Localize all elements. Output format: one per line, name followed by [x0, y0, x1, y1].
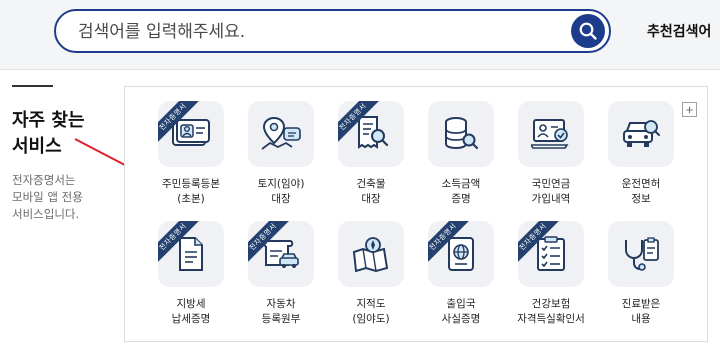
service-tile	[608, 101, 674, 167]
service-tile	[518, 101, 584, 167]
section-title-line: 서비스	[12, 136, 62, 157]
service-tile	[338, 221, 404, 287]
service-tile: 전자증명서	[518, 221, 584, 287]
service-tile: 전자증명서	[158, 221, 224, 287]
service-immigration-record[interactable]: 전자증명서 출입국 사실증명	[416, 221, 506, 327]
service-tile: 전자증명서	[158, 101, 224, 167]
map-compass-icon	[352, 237, 389, 272]
service-label: 토지(임야) 대장	[236, 177, 326, 207]
section-divider	[12, 85, 53, 87]
service-health-insurance[interactable]: 전자증명서 건강보험 자격득실확인서	[506, 221, 596, 327]
service-local-tax[interactable]: 전자증명서 지방세 납세증명	[146, 221, 236, 327]
map-pin-chat-icon	[261, 116, 301, 150]
document-icon	[179, 237, 203, 271]
service-income-certificate[interactable]: 소득금액 증명	[416, 101, 506, 207]
service-tile	[608, 221, 674, 287]
service-building-register[interactable]: 전자증명서 건축물 대장	[326, 101, 416, 207]
service-driver-license[interactable]: 운전면허 정보	[596, 101, 686, 207]
service-resident-registration[interactable]: 전자증명서 주민등록등본 (초본)	[146, 101, 236, 207]
service-label: 주민등록등본 (초본)	[146, 177, 236, 207]
service-label-line: (초본)	[177, 193, 205, 205]
service-label-line: 진료받은	[621, 298, 661, 310]
service-tile	[248, 101, 314, 167]
car-search-icon	[623, 120, 660, 147]
frequent-services-panel: + 전자증명서 주민등록등본 (초본) 토지(임야) 대장 전자증명서 건축물 …	[124, 86, 708, 342]
service-label-line: 건축물	[356, 178, 386, 190]
service-tile: 전자증명서	[428, 221, 494, 287]
service-label: 국민연금 가입내역	[506, 177, 596, 207]
section-title: 자주 찾는 서비스	[12, 108, 112, 160]
service-label-line: 등록원부	[261, 313, 301, 325]
description-line: 모바일 앱 전용	[12, 190, 83, 204]
service-label: 자동차 등록원부	[236, 297, 326, 327]
service-national-pension[interactable]: 국민연금 가입내역	[506, 101, 596, 207]
service-label: 지방세 납세증명	[146, 297, 236, 327]
service-label-line: 토지(임야)	[257, 178, 305, 190]
service-medical-record[interactable]: 진료받은 내용	[596, 221, 686, 327]
stethoscope-clipboard-icon	[625, 237, 659, 271]
service-label-line: 가입내역	[531, 193, 571, 205]
description-line: 전자증명서는	[12, 173, 76, 187]
service-label: 진료받은 내용	[596, 297, 686, 327]
passport-icon	[448, 237, 474, 271]
service-label-line: 사실증명	[441, 313, 481, 325]
search-icon	[579, 22, 597, 40]
service-land-register[interactable]: 토지(임야) 대장	[236, 101, 326, 207]
service-label-line: 국민연금	[531, 178, 571, 190]
service-label-line: 내용	[631, 313, 651, 325]
service-label-line: 납세증명	[171, 313, 211, 325]
service-label: 소득금액 증명	[416, 177, 506, 207]
search-bar-area: 추천검색어	[0, 0, 720, 70]
search-input[interactable]	[78, 18, 548, 46]
service-label-line: 대장	[361, 193, 381, 205]
service-label-line: 지방세	[176, 298, 206, 310]
service-label-line: 자동차	[266, 298, 296, 310]
service-tile: 전자증명서	[338, 101, 404, 167]
service-label: 운전면허 정보	[596, 177, 686, 207]
service-label-line: 대장	[271, 193, 291, 205]
service-label-line: 출입국	[446, 298, 476, 310]
service-label-line: 소득금액	[441, 178, 481, 190]
monitor-id-check-icon	[531, 119, 569, 149]
service-label-line: 주민등록등본	[162, 178, 220, 190]
section-title-line: 자주 찾는	[12, 110, 85, 131]
service-label-line: 정보	[631, 193, 651, 205]
section-description: 전자증명서는 모바일 앱 전용 서비스입니다.	[12, 172, 112, 223]
service-label-line: (임야도)	[352, 313, 390, 325]
service-label-line: 자격득실확인서	[517, 313, 585, 325]
description-line: 서비스입니다.	[12, 207, 80, 221]
service-label-line: 지적도	[356, 298, 386, 310]
service-label-line: 증명	[451, 193, 471, 205]
service-vehicle-register[interactable]: 전자증명서 자동차 등록원부	[236, 221, 326, 327]
search-box	[54, 9, 611, 53]
service-label-line: 건강보험	[531, 298, 571, 310]
service-tile	[428, 101, 494, 167]
search-button[interactable]	[571, 14, 605, 48]
service-label: 건축물 대장	[326, 177, 416, 207]
service-tile: 전자증명서	[248, 221, 314, 287]
coin-stack-search-icon	[445, 117, 479, 150]
checklist-icon	[537, 236, 565, 271]
service-label-line: 운전면허	[621, 178, 661, 190]
service-label: 지적도 (임야도)	[326, 297, 416, 327]
service-label: 출입국 사실증명	[416, 297, 506, 327]
recommended-search-link[interactable]: 추천검색어	[647, 21, 711, 41]
service-cadastral-map[interactable]: 지적도 (임야도)	[326, 221, 416, 327]
service-label: 건강보험 자격득실확인서	[506, 297, 596, 327]
